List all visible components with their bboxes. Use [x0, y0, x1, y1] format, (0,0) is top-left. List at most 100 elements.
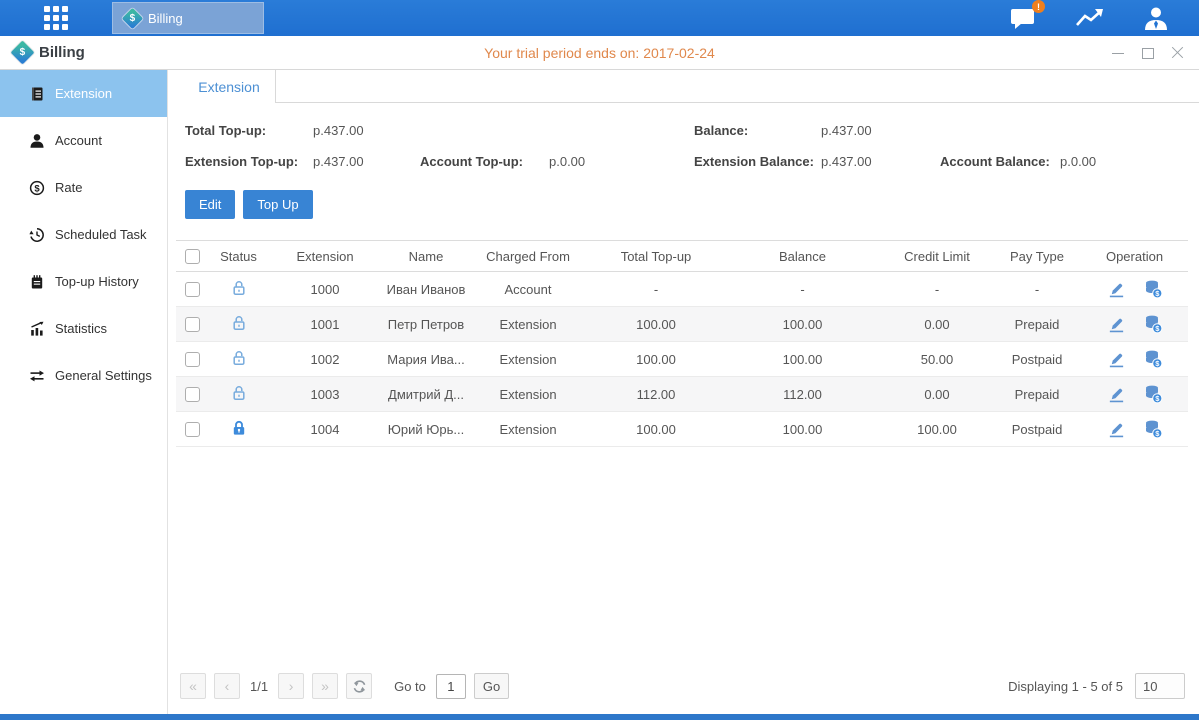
go-button[interactable]: Go [474, 673, 509, 699]
cell-pay-type: - [993, 282, 1081, 297]
notification-badge: ! [1032, 0, 1045, 13]
sidebar-item-extension[interactable]: Extension [0, 70, 167, 117]
row-checkbox[interactable] [185, 422, 200, 437]
cell-pay-type: Postpaid [993, 352, 1081, 367]
account-topbar-button[interactable] [1143, 6, 1169, 30]
user-icon [1143, 6, 1169, 30]
tab-extension[interactable]: Extension [183, 70, 276, 103]
refresh-icon [352, 679, 367, 694]
cell-balance: 100.00 [724, 422, 881, 437]
edit-icon[interactable] [1107, 385, 1126, 404]
row-checkbox[interactable] [185, 352, 200, 367]
extension-topup-label: Extension Top-up: [185, 154, 313, 169]
edit-icon[interactable] [1107, 420, 1126, 439]
topup-button[interactable]: Top Up [243, 190, 312, 219]
cell-total-topup: - [588, 282, 724, 297]
edit-icon[interactable] [1107, 280, 1126, 299]
minimize-button[interactable] [1111, 46, 1125, 60]
row-checkbox[interactable] [185, 317, 200, 332]
trial-notice: Your trial period ends on: 2017-02-24 [0, 45, 1199, 61]
cell-pay-type: Prepaid [993, 387, 1081, 402]
topup-coins-icon[interactable]: $ [1143, 349, 1163, 369]
topup-coins-icon[interactable]: $ [1143, 419, 1163, 439]
billing-app-icon: $ [122, 7, 143, 28]
sidebar-item-topup-history[interactable]: Top-up History [0, 258, 167, 305]
extension-balance-label: Extension Balance: [694, 154, 821, 169]
extension-balance-value: p.437.00 [821, 154, 940, 169]
taskbar-item-label: Billing [148, 11, 183, 26]
goto-page-input[interactable] [436, 674, 466, 699]
window-bottom-edge [0, 714, 1199, 720]
locked-icon [230, 419, 248, 437]
table-row: 1002 Мария Ива... Extension 100.00 100.0… [176, 342, 1188, 377]
edit-icon[interactable] [1107, 350, 1126, 369]
select-all-checkbox[interactable] [185, 249, 200, 264]
page-indicator: 1/1 [250, 679, 268, 694]
cell-extension: 1001 [266, 317, 384, 332]
cell-balance: 100.00 [724, 317, 881, 332]
prev-page-button[interactable]: ‹ [214, 673, 240, 699]
sliders-icon [29, 368, 45, 384]
statistics-topbar-button[interactable] [1075, 7, 1105, 29]
maximize-button[interactable] [1141, 46, 1155, 60]
cell-credit-limit: - [881, 282, 993, 297]
sidebar-item-rate[interactable]: $ Rate [0, 164, 167, 211]
sidebar-item-label: Scheduled Task [55, 227, 147, 242]
next-page-button[interactable]: › [278, 673, 304, 699]
cell-name: Юрий Юрь... [384, 422, 468, 437]
close-button[interactable] [1171, 46, 1185, 60]
table-row: 1003 Дмитрий Д... Extension 112.00 112.0… [176, 377, 1188, 412]
sidebar-item-label: Account [55, 133, 102, 148]
topup-coins-icon[interactable]: $ [1143, 279, 1163, 299]
edit-icon[interactable] [1107, 315, 1126, 334]
displaying-text: Displaying 1 - 5 of 5 [1008, 679, 1123, 694]
bar-chart-icon [29, 321, 45, 337]
cell-charged-from: Extension [468, 422, 588, 437]
first-page-button[interactable]: « [180, 673, 206, 699]
topup-coins-icon[interactable]: $ [1143, 314, 1163, 334]
app-grid-icon [44, 6, 68, 30]
table-toolbar: Edit Top Up [185, 190, 1199, 219]
row-checkbox[interactable] [185, 387, 200, 402]
goto-label: Go to [394, 679, 426, 694]
page-size-select[interactable]: 10 [1135, 673, 1185, 699]
cell-extension: 1004 [266, 422, 384, 437]
unlocked-icon [230, 279, 248, 297]
topup-coins-icon[interactable]: $ [1143, 384, 1163, 404]
sidebar-item-statistics[interactable]: Statistics [0, 305, 167, 352]
balance-label: Balance: [694, 123, 821, 138]
col-name: Name [384, 249, 468, 264]
line-chart-icon [1075, 7, 1105, 29]
sidebar-item-general-settings[interactable]: General Settings [0, 352, 167, 399]
messages-button[interactable]: ! [1010, 6, 1037, 30]
cell-balance: - [724, 282, 881, 297]
svg-text:$: $ [34, 183, 40, 194]
person-icon [29, 133, 45, 149]
edit-button[interactable]: Edit [185, 190, 235, 219]
sidebar-item-scheduled-task[interactable]: Scheduled Task [0, 211, 167, 258]
cell-name: Мария Ива... [384, 352, 468, 367]
cell-extension: 1000 [266, 282, 384, 297]
total-topup-label: Total Top-up: [185, 123, 313, 138]
taskbar-item-billing[interactable]: $ Billing [112, 2, 264, 34]
sidebar: Extension Account $ Rate Scheduled Task [0, 70, 168, 714]
sidebar-item-label: Extension [55, 86, 112, 101]
table-row: 1001 Петр Петров Extension 100.00 100.00… [176, 307, 1188, 342]
page-size-value: 10 [1143, 679, 1157, 694]
cell-name: Дмитрий Д... [384, 387, 468, 402]
cell-total-topup: 100.00 [588, 422, 724, 437]
col-operation: Operation [1081, 249, 1188, 264]
row-checkbox[interactable] [185, 282, 200, 297]
account-topup-value: p.0.00 [549, 154, 694, 169]
account-balance-value: p.0.00 [1060, 154, 1199, 169]
table-row: 1004 Юрий Юрь... Extension 100.00 100.00… [176, 412, 1188, 447]
sidebar-item-account[interactable]: Account [0, 117, 167, 164]
total-topup-value: p.437.00 [313, 123, 420, 138]
app-grid-button[interactable] [0, 0, 112, 36]
window-titlebar: $ Billing Your trial period ends on: 201… [0, 36, 1199, 70]
cell-balance: 112.00 [724, 387, 881, 402]
refresh-button[interactable] [346, 673, 372, 699]
sidebar-item-label: Top-up History [55, 274, 139, 289]
dollar-circle-icon: $ [29, 180, 45, 196]
last-page-button[interactable]: » [312, 673, 338, 699]
